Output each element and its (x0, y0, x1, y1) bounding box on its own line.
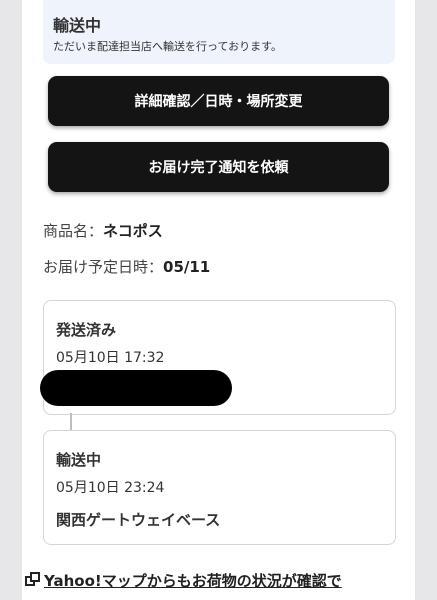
redaction-mark (40, 370, 232, 406)
product-name-label: 商品名： (43, 222, 104, 240)
tracking-panel: 輸送中 ただいま配達担当店へ輸送を行っております。 詳細確認／日時・場所変更 お… (22, 0, 415, 600)
status-notice: 輸送中 ただいま配達担当店へ輸送を行っております。 (43, 0, 395, 64)
delivery-date-row: お届け予定日時：05/11 (43, 256, 210, 277)
timeline-card-in-transit: 輸送中 05月10日 23:24 関西ゲートウェイベース (43, 430, 396, 545)
delivery-date-label: お届け予定日時： (43, 258, 164, 276)
timeline-place: 関西ゲートウェイベース (56, 511, 221, 529)
timeline-status: 発送済み (56, 321, 117, 339)
notice-title: 輸送中 (53, 16, 102, 35)
timeline-status: 輸送中 (56, 451, 102, 469)
notice-text: ただいま配達担当店へ輸送を行っております。 (53, 40, 283, 53)
product-name-value: ネコポス (103, 222, 163, 240)
delivery-date-value: 05/11 (163, 258, 211, 276)
copy-icon (25, 572, 41, 588)
yahoo-map-link-text: Yahoo!マップからもお荷物の状況が確認で (44, 572, 342, 590)
detail-change-button[interactable]: 詳細確認／日時・場所変更 (48, 76, 389, 126)
timeline-time: 05月10日 17:32 (56, 350, 165, 366)
timeline-connector (70, 413, 72, 430)
timeline-time: 05月10日 23:24 (56, 480, 165, 496)
product-name-row: 商品名：ネコポス (43, 220, 163, 241)
request-notification-button[interactable]: お届け完了通知を依頼 (48, 142, 389, 192)
yahoo-map-link[interactable]: Yahoo!マップからもお荷物の状況が確認で (25, 570, 405, 594)
